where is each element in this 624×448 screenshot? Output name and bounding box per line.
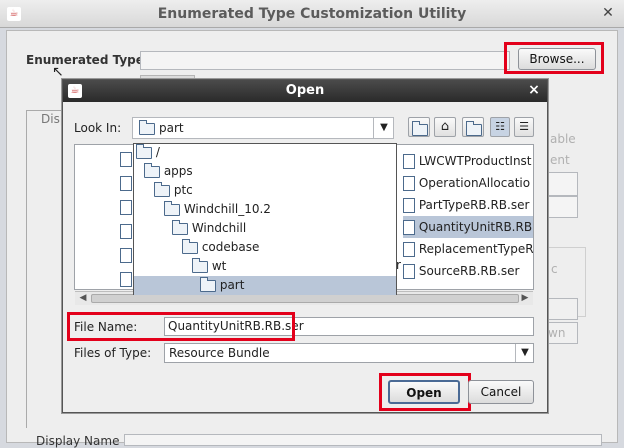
tab-panel-edge	[26, 128, 66, 428]
dropdown-item[interactable]: wt	[134, 257, 396, 276]
display-name-field[interactable]	[124, 434, 602, 446]
file-icon	[120, 176, 132, 191]
dropdown-item-label: /	[155, 145, 160, 159]
file-icon	[403, 264, 415, 279]
files-of-type-value: Resource Bundle	[169, 346, 270, 360]
window-title: Enumerated Type Customization Utility	[157, 6, 467, 22]
list-item[interactable]: ReplacementTypeR	[403, 238, 533, 260]
dropdown-item[interactable]: apps	[134, 162, 396, 181]
dropdown-item-label: Windchill	[191, 221, 247, 235]
folder-icon	[182, 238, 198, 254]
file-icon	[120, 224, 132, 239]
cancel-button[interactable]: Cancel	[468, 380, 534, 404]
dropdown-item-selected[interactable]: part	[134, 276, 396, 295]
close-icon[interactable]: ✕	[600, 5, 616, 23]
enumerated-type-field[interactable]	[140, 51, 510, 70]
ghost-button-1	[548, 298, 578, 320]
folder-icon	[200, 276, 216, 292]
home-icon[interactable]: ⌂	[434, 117, 456, 137]
file-icon	[403, 176, 415, 191]
dropdown-item[interactable]: ptc	[134, 181, 396, 200]
file-icon	[403, 242, 415, 257]
ghost-label-3: c	[551, 262, 558, 276]
file-icon	[120, 272, 132, 287]
ghost-label-2: ent	[550, 153, 570, 167]
list-item[interactable]: SourceRB.RB.ser	[403, 260, 533, 282]
file-icon	[120, 200, 132, 215]
dropdown-item[interactable]: Windchill_10.2	[134, 200, 396, 219]
dialog-title: Open	[285, 83, 325, 98]
look-in-value: part	[159, 121, 184, 135]
new-folder-glyph	[466, 121, 482, 136]
list-item[interactable]: OperationAllocatio	[403, 172, 533, 194]
scrollbar-thumb[interactable]	[91, 294, 519, 303]
up-folder-icon[interactable]	[408, 117, 430, 137]
list-item-selected[interactable]: QuantityUnitRB.RB.	[403, 216, 533, 238]
file-name: QuantityUnitRB.RB.	[418, 220, 533, 234]
chevron-down-icon[interactable]: ▼	[515, 344, 534, 362]
file-icon	[120, 248, 132, 263]
display-name-label: Display Name	[36, 434, 120, 448]
list-view-icon[interactable]: ☷	[490, 117, 510, 137]
dropdown-item-label: apps	[163, 164, 193, 178]
up-folder-glyph	[412, 121, 428, 136]
folder-icon	[136, 143, 152, 159]
scroll-left-icon[interactable]: ◀	[77, 292, 89, 305]
look-in-label: Look In:	[74, 121, 122, 135]
dropdown-item-label: codebase	[201, 240, 260, 254]
scroll-right-icon[interactable]: ▶	[519, 292, 531, 305]
files-of-type-select[interactable]: Resource Bundle ▼	[164, 343, 534, 363]
dropdown-item-label: ptc	[173, 183, 193, 197]
file-name: OperationAllocatio	[418, 176, 531, 190]
ghost-label-4: wn	[548, 326, 566, 340]
file-icon	[403, 154, 415, 169]
cursor-icon: ↖	[52, 64, 64, 80]
tab-display[interactable]: Disp	[26, 110, 67, 128]
folder-icon	[172, 219, 188, 235]
dropdown-item-label: wt	[211, 259, 227, 273]
dropdown-item-label: Windchill_10.2	[183, 202, 271, 216]
file-name: SourceRB.RB.ser	[418, 264, 520, 278]
browse-highlight	[504, 42, 604, 74]
dropdown-item-label: part	[219, 278, 245, 292]
file-name: LWCWTProductInst	[418, 154, 532, 168]
ghost-field-2	[548, 196, 578, 218]
folder-icon	[192, 257, 208, 273]
enumerated-type-label: Enumerated Type:	[26, 53, 149, 67]
dropdown-item[interactable]: /	[134, 143, 396, 162]
list-item[interactable]: PartTypeRB.RB.ser	[403, 194, 533, 216]
look-in-combo[interactable]: part ▼	[132, 117, 394, 139]
folder-icon	[154, 181, 170, 197]
file-icon	[403, 220, 415, 235]
dialog-close-icon[interactable]: ×	[526, 82, 542, 100]
file-list-right-column: LWCWTProductInst OperationAllocatio Part…	[403, 150, 533, 282]
dropdown-item[interactable]: Windchill	[134, 219, 396, 238]
list-item[interactable]: LWCWTProductInst	[403, 150, 533, 172]
ghost-button-2: wn	[548, 322, 578, 344]
folder-icon	[164, 200, 180, 216]
chevron-down-icon[interactable]: ▼	[373, 118, 394, 138]
file-icon	[120, 152, 132, 167]
look-in-dropdown-list: / apps ptc Windchill_10.2 Windchill code…	[134, 143, 396, 295]
folder-icon	[144, 162, 160, 178]
file-name-highlight	[67, 312, 295, 341]
folder-icon	[139, 120, 155, 135]
details-view-icon[interactable]: ☰	[514, 117, 534, 137]
ghost-field-1	[548, 172, 578, 196]
ghost-label-1: able	[550, 132, 576, 146]
open-highlight	[379, 373, 471, 411]
new-folder-icon[interactable]	[462, 117, 484, 137]
file-name: ReplacementTypeR	[418, 242, 533, 256]
dropdown-item[interactable]: codebase	[134, 238, 396, 257]
file-list-left-column	[120, 150, 132, 287]
file-icon	[403, 198, 415, 213]
files-of-type-label: Files of Type:	[74, 346, 152, 360]
file-name: PartTypeRB.RB.ser	[418, 198, 530, 212]
